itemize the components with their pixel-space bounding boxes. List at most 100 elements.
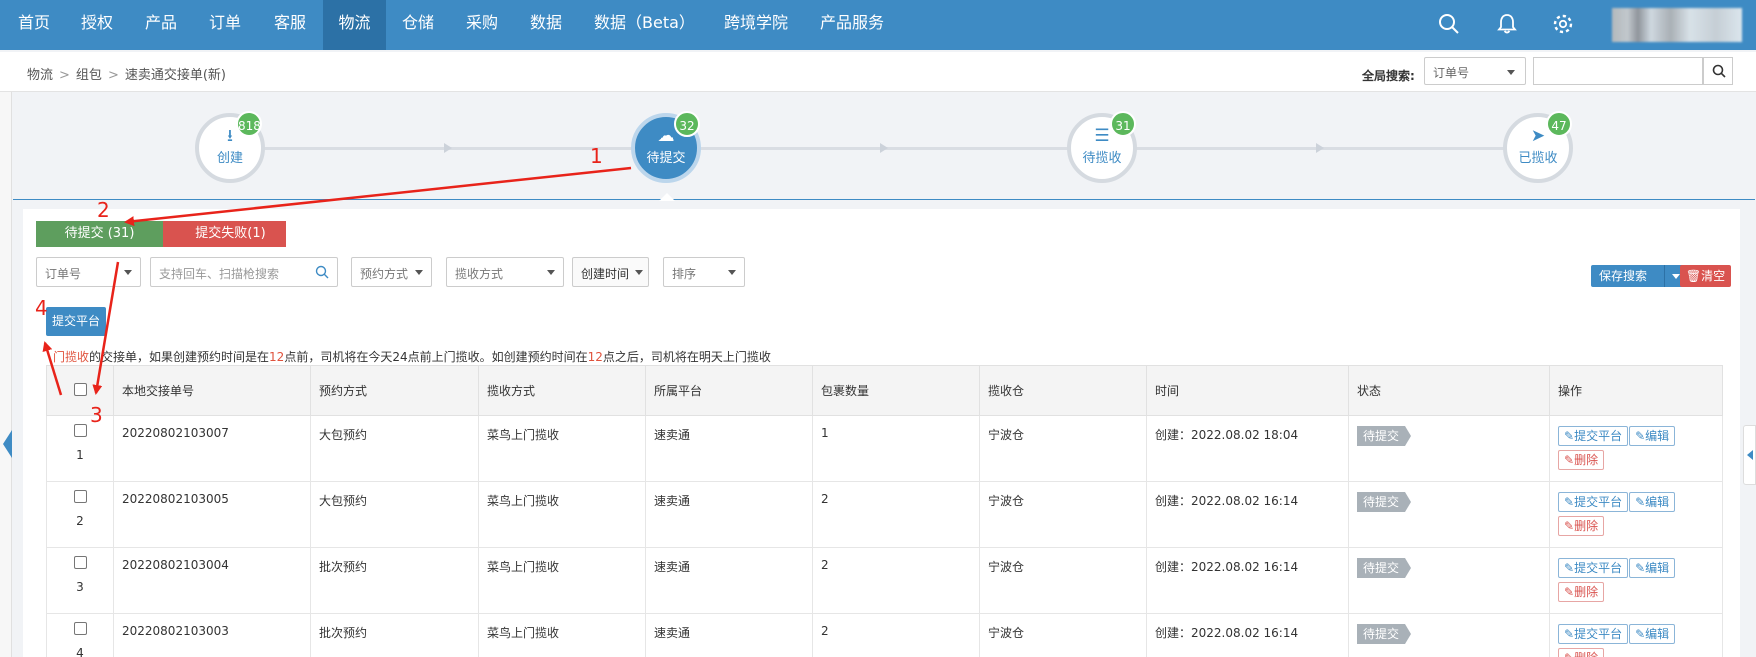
step-picked-up-label: 已揽收: [1518, 151, 1558, 166]
cell-platform: 速卖通: [645, 547, 813, 614]
tab-pending-submit[interactable]: 待提交 (31): [36, 221, 173, 247]
breadcrumb-logistics[interactable]: 物流: [27, 68, 53, 83]
chevron-down-icon: [728, 270, 736, 275]
top-nav: 首页 授权 产品 订单 客服 物流 仓储 采购 数据 数据（Beta） 跨境学院…: [0, 0, 1756, 50]
nav-item-logistics[interactable]: 物流: [323, 0, 386, 50]
search-input[interactable]: 支持回车、扫描枪搜索: [150, 257, 338, 287]
row-delete-button[interactable]: ✎删除: [1558, 450, 1605, 470]
row-edit-button[interactable]: ✎编辑: [1629, 426, 1676, 446]
gear-icon[interactable]: [1552, 13, 1574, 35]
cell-package-count: 1: [812, 415, 980, 482]
edit-icon: ✎: [1564, 429, 1575, 443]
global-search-label: 全局搜索:: [1362, 69, 1415, 83]
nav-item-data[interactable]: 数据: [530, 0, 570, 50]
pickup-method-value: 揽收方式: [455, 267, 504, 281]
global-search-type-value: 订单号: [1433, 66, 1470, 80]
table-row: 2 20220802103005 大包预约 菜鸟上门揽收 速卖通 2 宁波仓 创…: [46, 481, 1723, 548]
submit-platform-button[interactable]: 提交平台: [46, 307, 106, 336]
cell-time: 创建：2022.08.02 16:14: [1146, 547, 1349, 614]
created-time-sort[interactable]: 创建时间: [572, 257, 649, 287]
annotation-number: 4: [35, 296, 48, 320]
cell-booking-method: 批次预约: [310, 547, 479, 614]
column-header: 揽收方式: [478, 365, 646, 416]
notice-part: 门揽收: [53, 350, 90, 364]
annotation-number: 1: [590, 144, 603, 168]
user-avatar[interactable]: [1612, 8, 1742, 42]
chevron-down-icon: [124, 270, 132, 275]
annotation-number: 2: [97, 198, 110, 222]
nav-item-auth[interactable]: 授权: [81, 0, 121, 50]
status-badge: 待提交: [1357, 426, 1412, 446]
row-checkbox[interactable]: [73, 490, 87, 503]
nav-item-service[interactable]: 客服: [274, 0, 314, 50]
row-delete-button[interactable]: ✎删除: [1558, 582, 1605, 602]
cell-pickup-method: 菜鸟上门揽收: [478, 415, 646, 482]
edit-icon: ✎: [1635, 627, 1646, 641]
delete-icon: ✎: [1564, 453, 1575, 467]
global-search-button[interactable]: [1703, 57, 1733, 85]
edit-icon: ✎: [1564, 561, 1575, 575]
global-search-input[interactable]: [1533, 57, 1703, 85]
search-icon: [315, 265, 329, 279]
row-checkbox[interactable]: [73, 622, 87, 635]
tab-submit-failed[interactable]: 提交失败(1): [163, 221, 286, 247]
global-search-type-select[interactable]: 订单号: [1424, 57, 1526, 85]
nav-item-services[interactable]: 产品服务: [820, 0, 892, 50]
bell-icon[interactable]: [1496, 13, 1518, 35]
op-delete-label: 删除: [1574, 453, 1599, 467]
step-pending-submit-label: 待提交: [646, 151, 686, 166]
row-delete-button[interactable]: ✎删除: [1558, 516, 1605, 536]
row-edit-button[interactable]: ✎编辑: [1629, 492, 1676, 512]
column-header: 时间: [1146, 365, 1349, 416]
row-number: 4: [76, 646, 84, 657]
cell-platform: 速卖通: [645, 481, 813, 548]
cell-pickup-method: 菜鸟上门揽收: [478, 613, 646, 657]
cell-package-count: 2: [812, 613, 980, 657]
order-no-select[interactable]: 订单号: [36, 257, 141, 287]
op-submit-label: 提交平台: [1574, 561, 1623, 575]
row-number: 3: [76, 580, 84, 594]
cell-platform: 速卖通: [645, 415, 813, 482]
breadcrumb-bar: 物流 > 组包 > 速卖通交接单(新) 全局搜索: 订单号: [0, 52, 1756, 92]
step-awaiting-pickup-label: 待揽收: [1082, 151, 1122, 166]
row-checkbox[interactable]: [73, 556, 87, 569]
nav-item-warehouse[interactable]: 仓储: [402, 0, 442, 50]
booking-method-select[interactable]: 预约方式: [351, 257, 432, 287]
pickup-method-select[interactable]: 揽收方式: [446, 257, 564, 287]
breadcrumb-package[interactable]: 组包: [76, 68, 102, 83]
op-submit-label: 提交平台: [1574, 627, 1623, 641]
op-submit-label: 提交平台: [1574, 495, 1623, 509]
cell-pickup-method: 菜鸟上门揽收: [478, 481, 646, 548]
step-pending-submit-count: 32: [674, 111, 700, 137]
row-checkbox[interactable]: [73, 424, 87, 437]
save-search-button[interactable]: 保存搜索: [1591, 265, 1686, 287]
row-submit-platform-button[interactable]: ✎提交平台: [1558, 558, 1629, 578]
sidebar-toggle[interactable]: [3, 430, 12, 458]
select-all-checkbox[interactable]: [73, 382, 87, 396]
row-submit-platform-button[interactable]: ✎提交平台: [1558, 624, 1629, 644]
row-edit-button[interactable]: ✎编辑: [1629, 624, 1676, 644]
clear-button[interactable]: 🗑清空: [1680, 265, 1731, 287]
chevron-down-icon: [547, 270, 555, 275]
nav-item-home[interactable]: 首页: [18, 0, 58, 50]
cell-handover-id: 20220802103007: [113, 415, 311, 482]
search-icon[interactable]: [1438, 13, 1460, 35]
op-delete-label: 删除: [1574, 519, 1599, 533]
save-search-label: 保存搜索: [1599, 269, 1648, 283]
cell-booking-method: 批次预约: [310, 613, 479, 657]
breadcrumb-current: 速卖通交接单(新): [124, 68, 226, 83]
sort-select[interactable]: 排序: [663, 257, 745, 287]
chevron-down-icon: [415, 270, 423, 275]
row-edit-button[interactable]: ✎编辑: [1629, 558, 1676, 578]
nav-item-order[interactable]: 订单: [209, 0, 249, 50]
row-submit-platform-button[interactable]: ✎提交平台: [1558, 426, 1629, 446]
right-panel-toggle[interactable]: [1743, 425, 1756, 485]
nav-item-data-beta[interactable]: 数据（Beta）: [594, 0, 704, 50]
nav-item-academy[interactable]: 跨境学院: [724, 0, 796, 50]
nav-item-purchase[interactable]: 采购: [466, 0, 506, 50]
nav-item-product[interactable]: 产品: [145, 0, 185, 50]
row-delete-button[interactable]: ✎删除: [1558, 648, 1605, 657]
row-submit-platform-button[interactable]: ✎提交平台: [1558, 492, 1629, 512]
step-picked-up-count: 47: [1546, 111, 1572, 137]
delete-icon: ✎: [1564, 651, 1574, 657]
